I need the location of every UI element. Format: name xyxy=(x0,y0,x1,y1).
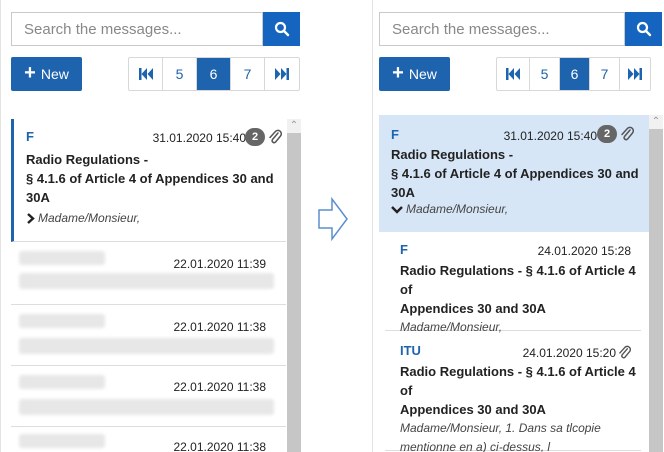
subject-line: Radio Regulations - § 4.1.6 of Article 4… xyxy=(400,364,636,398)
thread-count-badge: 2 xyxy=(597,125,617,143)
message-item[interactable]: 22.01.2020 11:38 xyxy=(11,306,286,366)
scroll-up-icon[interactable]: ⌃ xyxy=(649,115,663,129)
search-input[interactable] xyxy=(12,13,262,45)
search-button[interactable] xyxy=(263,12,300,46)
message-date: 22.01.2020 11:39 xyxy=(173,257,266,271)
page-6-button[interactable]: 6 xyxy=(197,58,231,90)
new-message-button[interactable]: + New xyxy=(379,57,450,91)
subject-line: 30A xyxy=(391,185,415,200)
redacted-sender xyxy=(19,251,105,265)
thread-count-badge: 2 xyxy=(245,128,265,146)
message-panel-collapsed: + New 5 6 7 ⌃ F 31.01.2020 15:40 2 Radio… xyxy=(0,0,301,452)
new-button-label: New xyxy=(408,66,437,82)
message-date: 31.01.2020 15:40 xyxy=(152,131,246,145)
new-message-button[interactable]: + New xyxy=(11,57,82,91)
message-subject: Radio Regulations - § 4.1.6 of Article 4… xyxy=(26,150,286,207)
first-page-button[interactable] xyxy=(497,58,530,90)
redacted-sender xyxy=(19,434,105,448)
message-subject: Radio Regulations - § 4.1.6 of Article 4… xyxy=(400,362,641,419)
message-date: 22.01.2020 11:38 xyxy=(173,440,266,452)
message-subject: Radio Regulations - § 4.1.6 of Article 4… xyxy=(391,145,649,202)
subject-line: 30A xyxy=(26,190,50,205)
preview-text: Madame/Monsieur, xyxy=(38,211,141,225)
pagination: 5 6 7 xyxy=(496,57,651,91)
attachment-icon xyxy=(269,129,282,144)
pagination: 5 6 7 xyxy=(128,57,300,91)
chevron-right-icon[interactable] xyxy=(26,212,35,224)
message-date: 24.01.2020 15:20 xyxy=(522,345,616,360)
attachment-icon xyxy=(621,126,634,141)
preview-text: Madame/Monsieur, xyxy=(406,202,509,216)
new-button-label: New xyxy=(40,66,69,82)
message-subject: Radio Regulations - § 4.1.6 of Article 4… xyxy=(400,261,641,318)
subject-line: Appendices 30 and 30A xyxy=(400,402,546,417)
message-item-selected[interactable]: F 31.01.2020 15:40 2 Radio Regulations -… xyxy=(379,115,649,232)
chevron-down-icon[interactable] xyxy=(391,205,403,214)
search-icon xyxy=(636,21,651,37)
subject-line: § 4.1.6 of Article 4 of Appendices 30 an… xyxy=(391,166,639,181)
search-icon xyxy=(274,21,289,37)
page-5-button[interactable]: 5 xyxy=(530,58,560,90)
message-date-wrap: 24.01.2020 15:20 xyxy=(523,345,631,360)
page-7-button[interactable]: 7 xyxy=(590,58,620,90)
message-item[interactable]: 22.01.2020 11:38 xyxy=(11,428,286,452)
message-preview: Madame/Monsieur, 1. Dans sa tlcopie ment… xyxy=(400,419,641,452)
redacted-sender xyxy=(19,375,105,389)
subject-line: § 4.1.6 of Article 4 of Appendices 30 an… xyxy=(26,171,274,186)
plus-icon: + xyxy=(24,62,36,84)
redacted-subject xyxy=(19,399,274,415)
message-list-scrollbar[interactable]: ⌃ xyxy=(287,119,301,452)
search-field[interactable] xyxy=(379,12,625,46)
subject-line: Radio Regulations - xyxy=(391,147,514,162)
preview-line: Madame/Monsieur, 1. Dans sa tlcopie xyxy=(400,421,601,435)
search-input[interactable] xyxy=(380,13,624,45)
subject-line: Radio Regulations - § 4.1.6 of Article 4… xyxy=(400,263,636,297)
message-date: 22.01.2020 11:38 xyxy=(173,320,266,334)
search-button[interactable] xyxy=(625,12,662,46)
transition-arrow-icon xyxy=(318,197,348,241)
page-7-button[interactable]: 7 xyxy=(231,58,265,90)
message-panel-expanded: + New 5 6 7 ⌃ F 31.01.2020 15:40 2 Radio… xyxy=(372,0,664,452)
first-page-button[interactable] xyxy=(129,58,163,90)
last-page-button[interactable] xyxy=(620,58,650,90)
scroll-up-icon[interactable]: ⌃ xyxy=(287,119,301,133)
message-preview: Madame/Monsieur, xyxy=(391,202,649,216)
thread-reply-item[interactable]: ITU 24.01.2020 15:20 Radio Regulations -… xyxy=(385,333,641,452)
subject-line: Radio Regulations - xyxy=(26,152,149,167)
redacted-sender xyxy=(19,314,105,328)
message-item[interactable]: 22.01.2020 11:38 xyxy=(11,367,286,427)
subject-line: Appendices 30 and 30A xyxy=(400,301,546,316)
message-date: 22.01.2020 11:38 xyxy=(173,380,266,394)
thread-reply-item[interactable]: F 24.01.2020 15:28 Radio Regulations - §… xyxy=(385,232,641,334)
message-list-scrollbar[interactable]: ⌃ xyxy=(649,115,663,452)
first-page-icon xyxy=(138,68,153,80)
preview-line: mentionne en a) ci-dessus, l xyxy=(400,440,551,452)
last-page-icon xyxy=(275,68,289,80)
message-date: 24.01.2020 15:28 xyxy=(537,244,631,258)
redacted-subject xyxy=(19,338,274,354)
plus-icon: + xyxy=(392,62,404,84)
message-preview: Madame/Monsieur, xyxy=(26,211,286,225)
attachment-icon xyxy=(619,345,631,359)
message-item[interactable]: 22.01.2020 11:39 xyxy=(11,243,286,305)
last-page-icon xyxy=(628,68,642,80)
page-6-button[interactable]: 6 xyxy=(560,58,590,90)
first-page-icon xyxy=(506,68,520,80)
message-item-selected[interactable]: F 31.01.2020 15:40 2 Radio Regulations -… xyxy=(11,119,286,242)
page-5-button[interactable]: 5 xyxy=(163,58,197,90)
search-field[interactable] xyxy=(11,12,263,46)
redacted-subject xyxy=(19,273,274,289)
message-date: 31.01.2020 15:40 xyxy=(503,129,597,143)
last-page-button[interactable] xyxy=(265,58,299,90)
